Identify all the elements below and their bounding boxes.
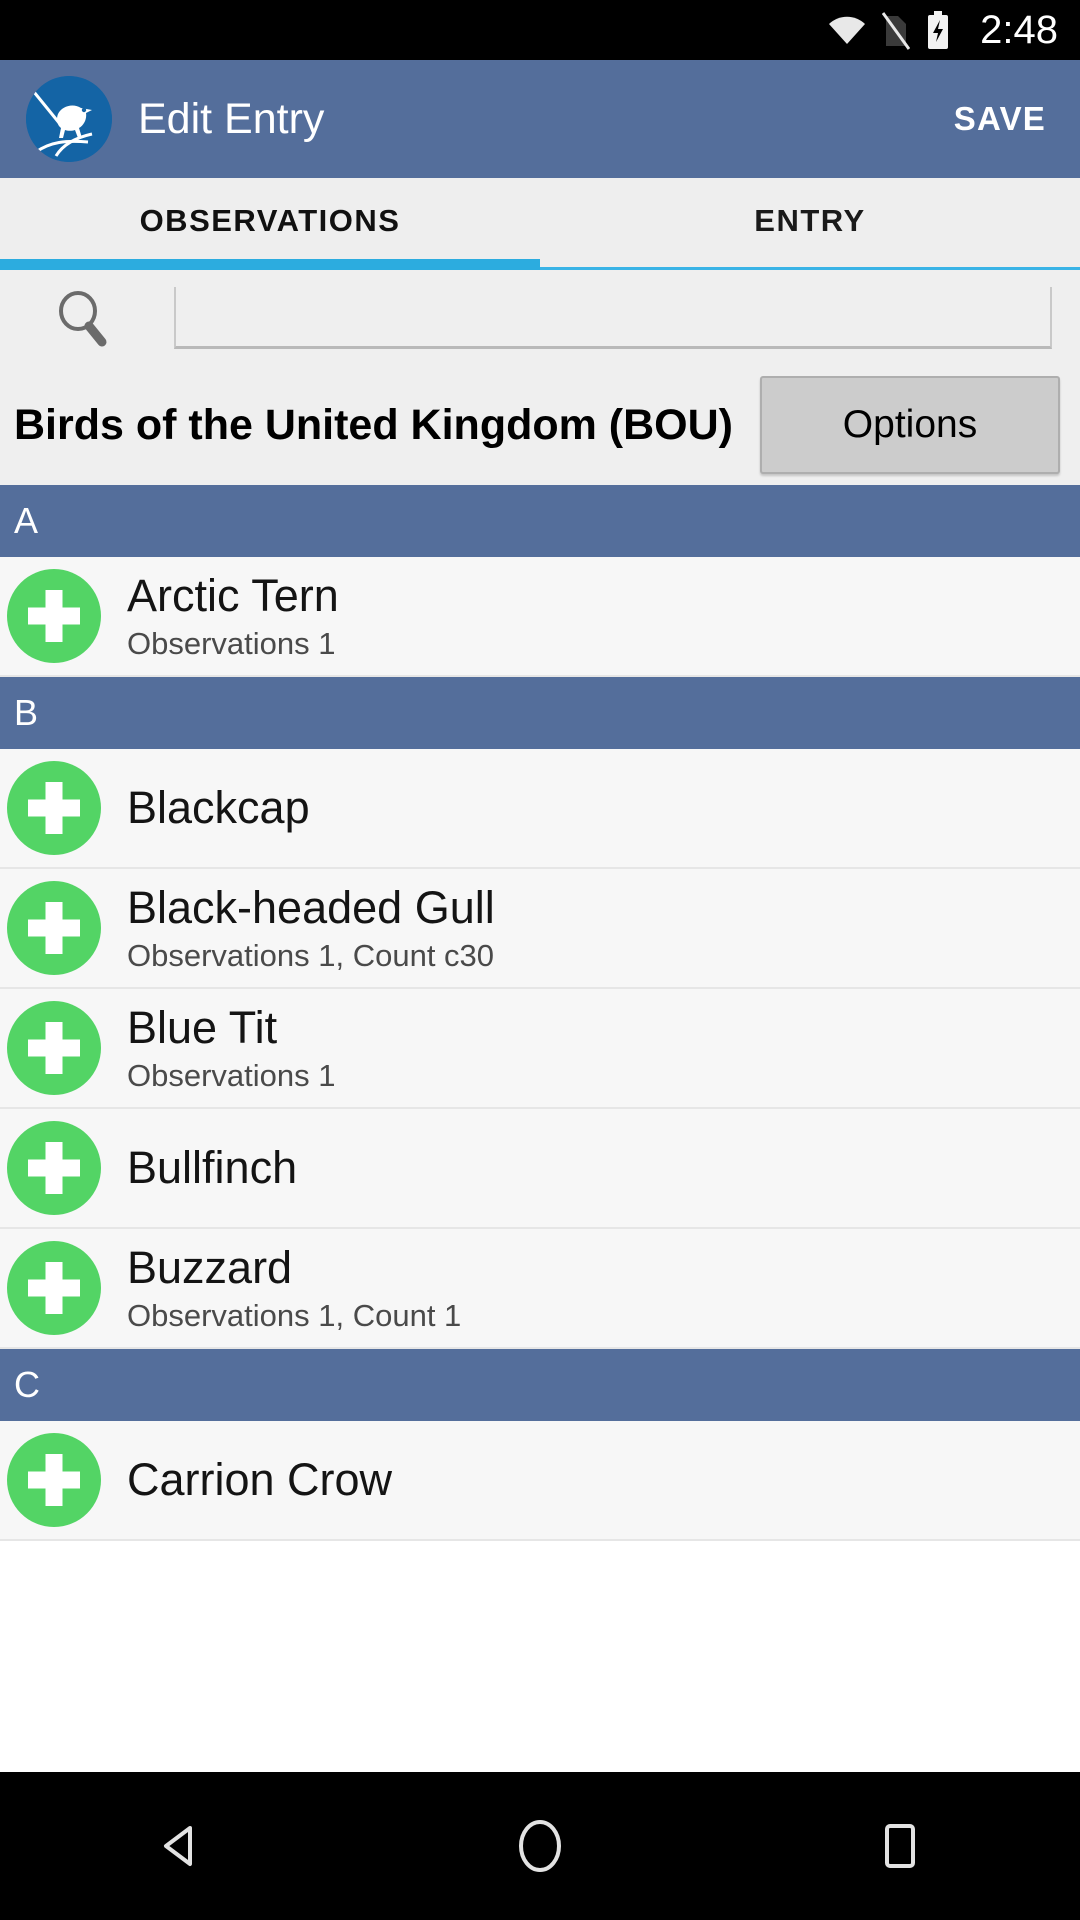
checklist-header: Birds of the United Kingdom (BOU) Option… — [0, 365, 1080, 485]
back-triangle-icon[interactable] — [90, 1772, 270, 1920]
species-name: Buzzard — [127, 1241, 293, 1293]
species-name: Blackcap — [127, 781, 310, 833]
tab-active-indicator — [0, 259, 540, 270]
search-icon[interactable] — [52, 287, 114, 349]
species-name: Black-headed Gull — [127, 881, 495, 933]
section-header-b: B — [0, 677, 1080, 749]
list-item[interactable]: Arctic Tern Observations 1 — [0, 557, 1080, 677]
list-item[interactable]: Carrion Crow — [0, 1421, 1080, 1541]
species-name: Carrion Crow — [127, 1453, 393, 1505]
list-item[interactable]: Bullfinch — [0, 1109, 1080, 1229]
plus-circle-icon[interactable] — [7, 569, 101, 663]
wifi-icon — [828, 15, 866, 45]
species-name: Blue Tit — [127, 1001, 278, 1053]
plus-circle-icon[interactable] — [7, 881, 101, 975]
species-detail: Observations 1 — [127, 1058, 336, 1094]
species-detail: Observations 1, Count 1 — [127, 1298, 462, 1334]
list-item[interactable]: Buzzard Observations 1, Count 1 — [0, 1229, 1080, 1349]
plus-circle-icon[interactable] — [7, 1001, 101, 1095]
page-title: Edit Entry — [138, 94, 325, 143]
species-name: Arctic Tern — [127, 569, 339, 621]
search-bar — [0, 270, 1080, 365]
tab-observations[interactable]: OBSERVATIONS — [0, 178, 540, 264]
no-sim-icon — [881, 12, 911, 50]
plus-circle-icon[interactable] — [7, 1433, 101, 1527]
checklist-title: Birds of the United Kingdom (BOU) — [14, 400, 733, 449]
species-list[interactable]: A Arctic Tern Observations 1 B Blackcap … — [0, 485, 1080, 1772]
plus-circle-icon[interactable] — [7, 1241, 101, 1335]
tab-entry[interactable]: ENTRY — [540, 178, 1080, 264]
tab-bar: OBSERVATIONS ENTRY — [0, 178, 1080, 270]
android-nav-bar — [0, 1772, 1080, 1920]
battery-charging-icon — [926, 11, 950, 49]
app-bar: Edit Entry SAVE — [0, 60, 1080, 178]
species-detail: Observations 1, Count c30 — [127, 938, 495, 974]
status-icons: 2:48 — [828, 10, 1058, 50]
species-detail: Observations 1 — [127, 626, 336, 662]
search-input[interactable] — [174, 286, 1052, 349]
species-name: Bullfinch — [127, 1141, 298, 1193]
plus-circle-icon[interactable] — [7, 761, 101, 855]
save-button[interactable]: SAVE — [948, 88, 1052, 150]
plus-circle-icon[interactable] — [7, 1121, 101, 1215]
list-item[interactable]: Blue Tit Observations 1 — [0, 989, 1080, 1109]
recents-square-icon[interactable] — [810, 1772, 990, 1920]
section-header-a: A — [0, 485, 1080, 557]
home-circle-icon[interactable] — [450, 1772, 630, 1920]
phone-screen: 2:48 Edit Entry SAVE OBSERVATIONS ENTRY — [0, 0, 1080, 1920]
status-bar: 2:48 — [0, 0, 1080, 60]
options-button[interactable]: Options — [760, 376, 1060, 474]
section-header-c: C — [0, 1349, 1080, 1421]
status-time: 2:48 — [980, 8, 1058, 52]
list-item[interactable]: Blackcap — [0, 749, 1080, 869]
list-item[interactable]: Black-headed Gull Observations 1, Count … — [0, 869, 1080, 989]
bird-logo-icon[interactable] — [26, 76, 112, 162]
